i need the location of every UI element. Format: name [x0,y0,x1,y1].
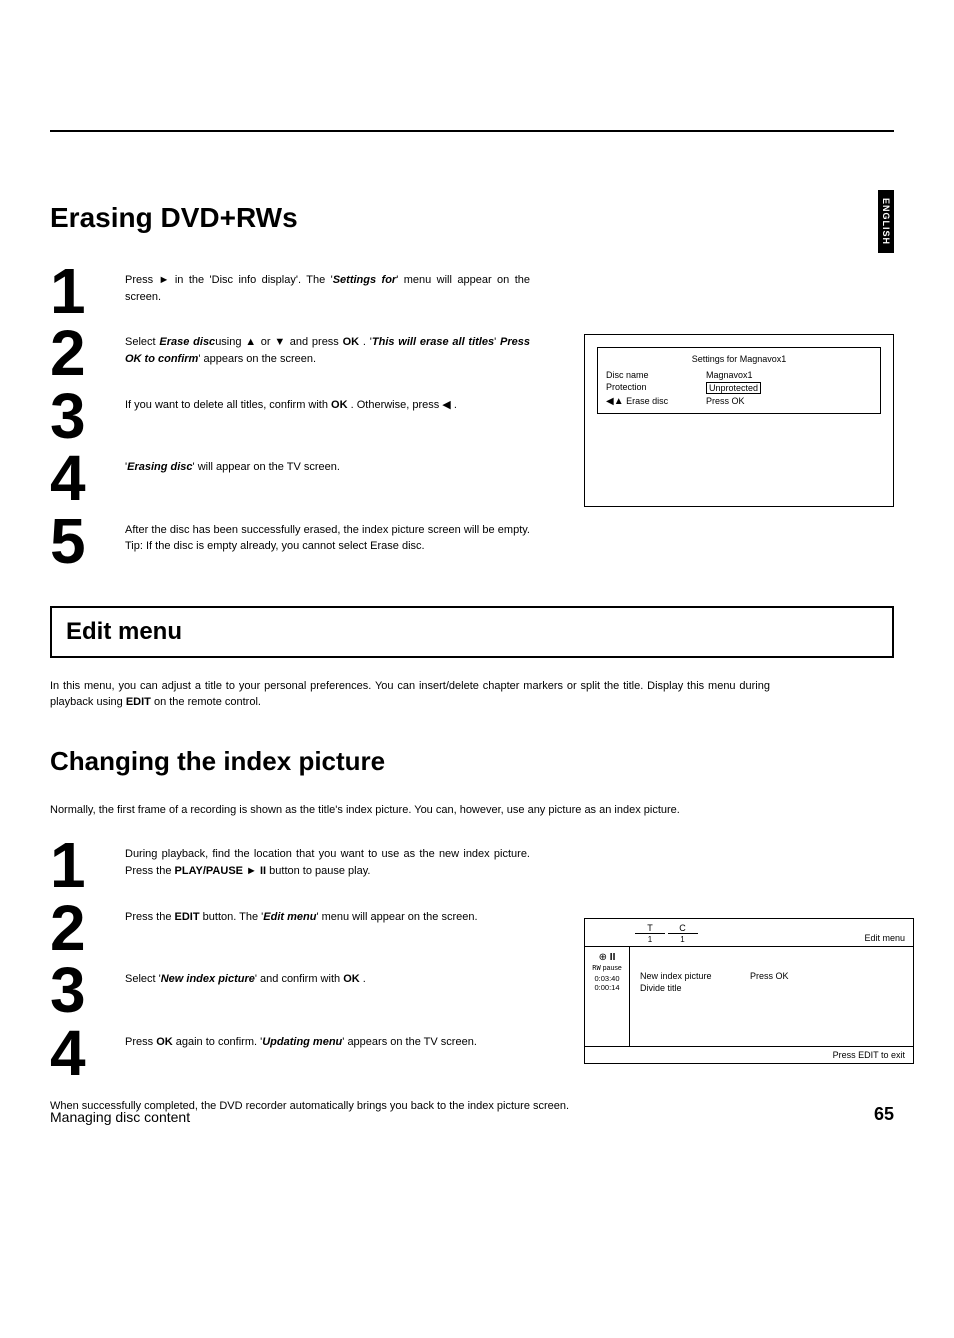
edit-row-label: Divide title [640,983,750,993]
step-text: Press ► in the 'Disc info display'. The … [125,264,530,318]
edit-sidebar: ⊕ II RW pause 0:03:40 0:00:14 [585,947,630,1046]
step-row: 2 Press the EDIT button. The 'Edit menu' … [50,901,530,955]
step-number: 1 [50,264,110,318]
tv-row-label: Protection [606,382,696,394]
erasing-tv-panel: Settings for Magnavox1 Disc name Magnavox… [584,264,894,576]
step-text: Press the EDIT button. The 'Edit menu' m… [125,901,530,955]
tv-title: Settings for Magnavox1 [606,354,872,364]
tc-t-label: T [635,923,665,934]
step-text: Press OK again to confirm. 'Updating men… [125,1026,530,1080]
page-number: 65 [874,1104,894,1125]
h1-erasing: Erasing DVD+RWs [50,202,894,234]
step-number: 4 [50,1026,110,1080]
step-number: 4 [50,451,110,505]
tc-c-val: 1 [668,935,698,944]
edit-menu-paragraph: In this menu, you can adjust a title to … [50,678,770,711]
tv-row-label: ◀▲ Erase disc [606,396,696,407]
step-number: 3 [50,963,110,1017]
edit-menu-label: Edit menu [864,933,905,943]
tv-screenshot-settings: Settings for Magnavox1 Disc name Magnavox… [584,334,894,507]
tv-row-value: Unprotected [706,382,806,394]
footer-section-name: Managing disc content [50,1109,190,1125]
step-number: 2 [50,901,110,955]
step-text: During playback, find the location that … [125,838,530,892]
step-row: 4 Press OK again to confirm. 'Updating me… [50,1026,530,1080]
step-row: 3 If you want to delete all titles, confi… [50,389,530,443]
step-text: Select 'New index picture' and confirm w… [125,963,530,1017]
step-number: 5 [50,514,110,568]
erasing-steps: 1 Press ► in the 'Disc info display'. The… [50,264,530,576]
changing-tv-panel: T C 1 1 ⊕ II RW pause 0:03:40 0:00:14 [584,918,894,1088]
tv-row-value: Magnavox1 [706,370,806,380]
tv-row-label: Disc name [606,370,696,380]
step-row: 4 'Erasing disc' will appear on the TV sc… [50,451,530,505]
tv-row-value: Press OK [706,396,806,407]
h2-changing-index: Changing the index picture [50,746,894,777]
step-row: 1 During playback, find the location that… [50,838,530,892]
language-tab: ENGLISH [878,190,894,253]
step-text: If you want to delete all titles, confir… [125,389,530,443]
side-time2: 0:00:14 [588,983,626,993]
edit-row-value [750,983,830,993]
step-number: 1 [50,838,110,892]
step-text: 'Erasing disc' will appear on the TV scr… [125,451,530,505]
step-row: 5 After the disc has been successfully er… [50,514,530,568]
tv-screenshot-editmenu: T C 1 1 ⊕ II RW pause 0:03:40 0:00:14 [584,918,914,1064]
step-row: 2 Select Erase discusing ▲ or ▼ and press… [50,326,530,380]
tc-c-label: C [668,923,698,934]
edit-row-value: Press OK [750,971,830,981]
changing-intro: Normally, the first frame of a recording… [50,802,770,819]
page-footer: Managing disc content 65 [50,1104,894,1125]
edit-row-label: New index picture [640,971,750,981]
h2-edit-menu: Edit menu [50,606,894,658]
edit-footer-hint: Press EDIT to exit [585,1046,913,1063]
step-row: 1 Press ► in the 'Disc info display'. The… [50,264,530,318]
side-time1: 0:03:40 [588,974,626,984]
edit-row: Divide title [640,983,903,993]
step-row: 3 Select 'New index picture' and confirm … [50,963,530,1017]
step-number: 2 [50,326,110,380]
step-text: Select Erase discusing ▲ or ▼ and press … [125,326,530,380]
tc-t-val: 1 [635,935,665,944]
step-text: After the disc has been successfully era… [125,514,530,568]
edit-row: New index picturePress OK [640,971,903,981]
changing-steps: 1 During playback, find the location that… [50,838,530,1088]
horizontal-rule [50,130,894,132]
step-number: 3 [50,389,110,443]
